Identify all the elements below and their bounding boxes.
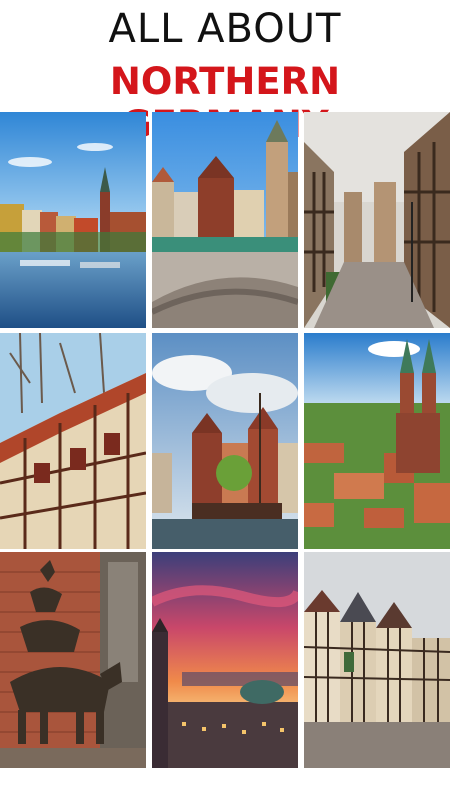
photo-harbor-ship — [152, 333, 298, 549]
photo-half-timbered-lane — [304, 112, 450, 328]
photo-aerial-cathedral — [304, 333, 450, 549]
photo-half-timbered-facade — [0, 333, 146, 549]
photo-town-musicians-statue — [0, 552, 146, 768]
photo-sunset-skyline — [152, 552, 298, 768]
heading-line-1: ALL ABOUT — [108, 6, 342, 52]
photo-bremen-market-square — [152, 112, 298, 328]
photo-lubeck-waterfront — [0, 112, 146, 328]
photo-half-timbered-street — [304, 552, 450, 768]
